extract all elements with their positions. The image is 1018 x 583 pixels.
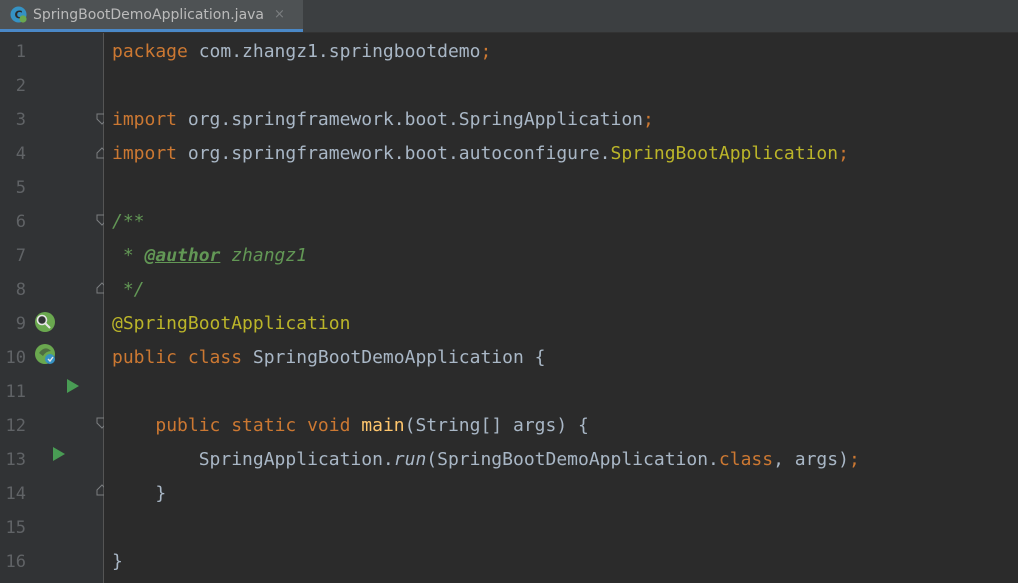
code-line: package com.zhangz1.springbootdemo; <box>112 35 491 69</box>
token: import <box>112 143 178 164</box>
token: org.springframework.boot.autoconfigure. <box>177 143 611 164</box>
line-number: 13 <box>5 450 26 470</box>
code-line: import org.springframework.boot.autoconf… <box>112 137 849 171</box>
line-number: 2 <box>15 76 26 96</box>
token: SpringBootDemoApplication { <box>242 347 546 368</box>
run-icon[interactable] <box>66 378 80 394</box>
code-line: * @author zhangz1 <box>112 239 307 273</box>
line-number: 7 <box>15 246 26 266</box>
code-line: public static void main(String[] args) { <box>112 409 589 443</box>
tab-label: SpringBootDemoApplication.java <box>33 6 265 23</box>
line-number: 1 <box>15 42 26 62</box>
line-number: 11 <box>5 382 26 402</box>
token: run <box>393 449 427 470</box>
line-number: 3 <box>15 110 26 130</box>
token: ; <box>838 143 849 164</box>
line-number: 14 <box>5 484 26 504</box>
token: main <box>361 415 405 436</box>
token: class <box>718 449 774 470</box>
token: ; <box>480 41 492 62</box>
token: import <box>112 109 178 130</box>
line-number: 15 <box>5 518 26 538</box>
token: * <box>112 245 145 266</box>
token: zhangz1 <box>220 245 308 266</box>
code-editor[interactable]: package com.zhangz1.springbootdemo; impo… <box>104 33 1018 583</box>
editor-tab[interactable]: C SpringBootDemoApplication.java × <box>0 0 303 32</box>
code-line: @SpringBootApplication <box>112 307 350 341</box>
token: (SpringBootDemoApplication. <box>426 449 719 470</box>
spring-class-icon: C <box>10 6 27 23</box>
token: } <box>112 551 123 572</box>
token: @author <box>144 245 221 266</box>
code-line: */ <box>112 273 145 307</box>
line-number: 8 <box>15 280 26 300</box>
token: org.springframework.boot.SpringApplicati… <box>177 109 644 130</box>
line-number: 6 <box>15 212 26 232</box>
token: SpringApplication. <box>112 449 394 470</box>
editor-gutter: 1 2 3 4 5 6 7 8 9 10 11 12 13 14 15 16 <box>0 33 108 583</box>
token: public static void <box>155 415 362 436</box>
code-line: SpringApplication.run(SpringBootDemoAppl… <box>112 443 860 477</box>
token: (String[] args) { <box>404 415 589 436</box>
code-line: } <box>112 477 166 511</box>
code-line: import org.springframework.boot.SpringAp… <box>112 103 654 137</box>
line-number: 9 <box>15 314 26 334</box>
line-number: 4 <box>15 144 26 164</box>
line-number: 12 <box>5 416 26 436</box>
line-number: 16 <box>5 552 26 572</box>
token: } <box>112 483 167 504</box>
token: public class <box>112 347 243 368</box>
token: SpringBootApplication <box>610 143 839 164</box>
code-line: /** <box>112 205 145 239</box>
spring-bean-navigate-icon[interactable] <box>34 343 58 367</box>
token: @SpringBootApplication <box>112 313 351 334</box>
token: /** <box>112 211 145 232</box>
token: */ <box>112 279 145 300</box>
line-number: 5 <box>15 178 26 198</box>
code-line: } <box>112 545 123 579</box>
run-icon[interactable] <box>52 446 66 462</box>
code-line: public class SpringBootDemoApplication { <box>112 341 545 375</box>
token: ; <box>643 109 654 130</box>
close-tab-icon[interactable]: × <box>274 7 285 22</box>
editor-tab-bar: C SpringBootDemoApplication.java × <box>0 0 1018 33</box>
token: ; <box>848 449 860 470</box>
token: com.zhangz1.springbootdemo <box>187 41 481 62</box>
line-number: 10 <box>5 348 26 368</box>
token: , args) <box>773 449 849 470</box>
token: package <box>112 41 188 62</box>
spring-bean-search-icon[interactable] <box>34 311 56 333</box>
